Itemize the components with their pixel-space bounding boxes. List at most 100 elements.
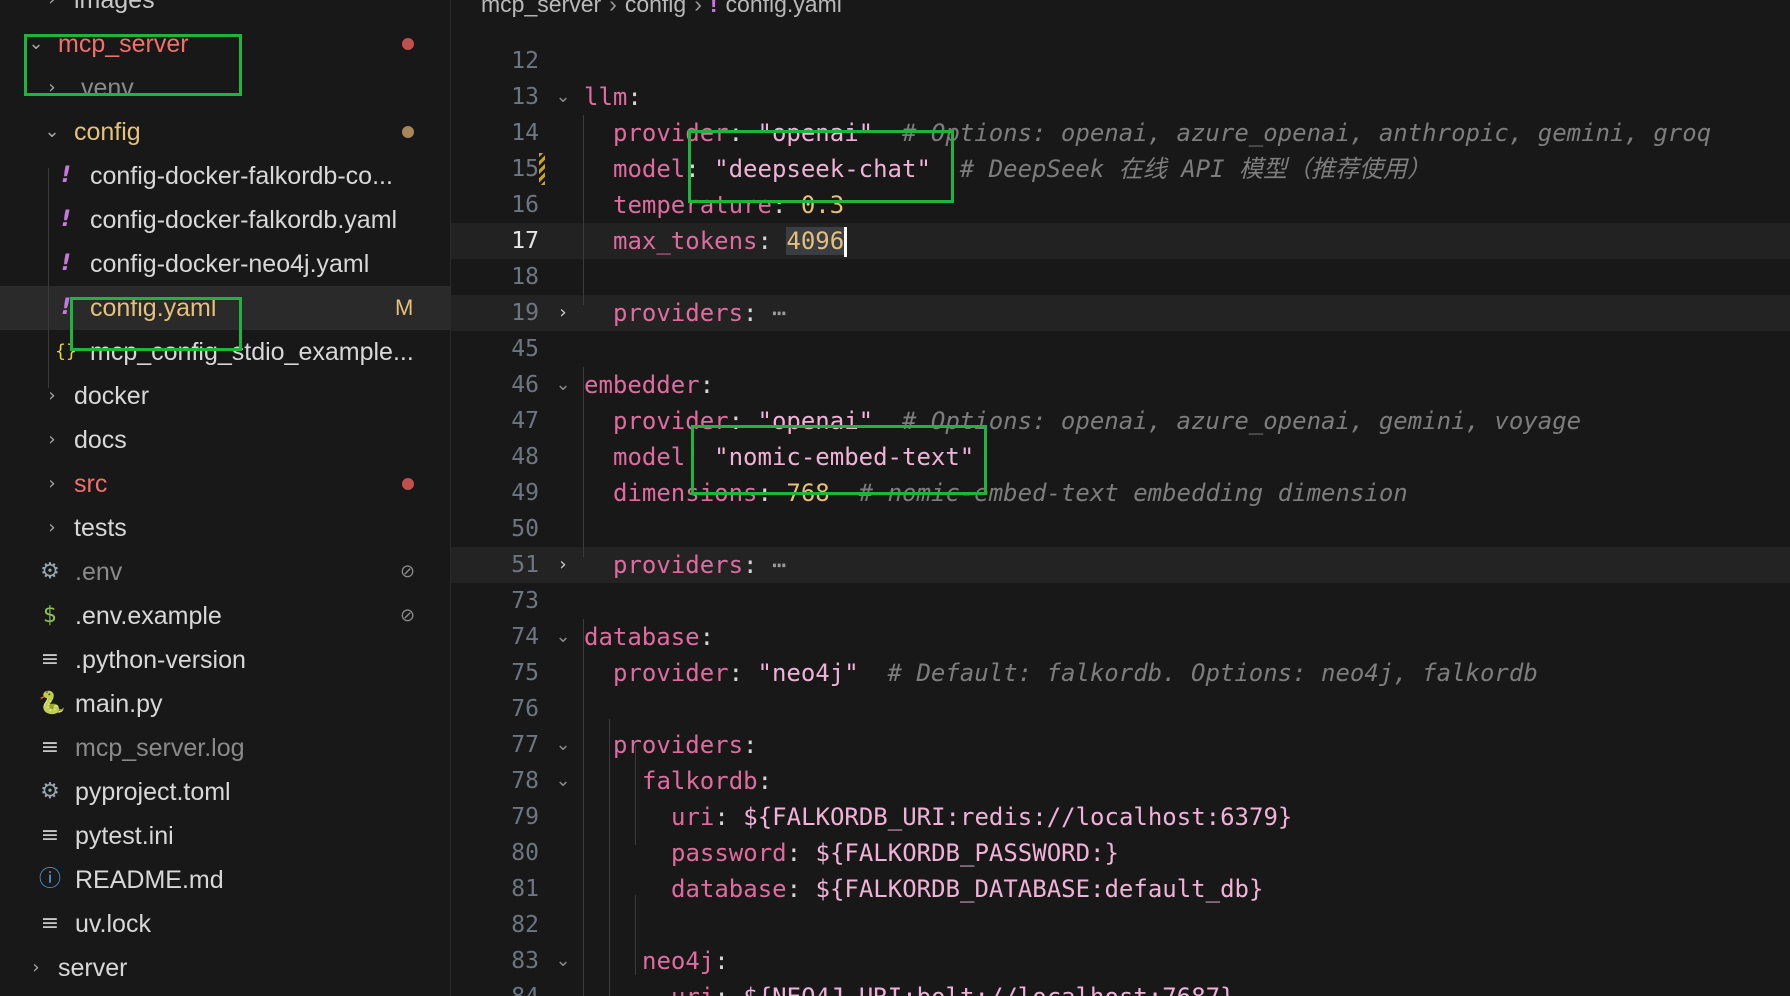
chevron-right-icon[interactable]: › [44,418,60,462]
code-text[interactable]: provider: "openai" # Options: openai, az… [613,115,1711,151]
tree-item-pyproject-toml[interactable]: ⚙ pyproject.toml [0,770,450,814]
tree-item-python-version[interactable]: ≡ .python-version [0,638,450,682]
fold-collapse-icon[interactable]: ⌄ [551,727,575,763]
code-line[interactable]: 78 ⌄ falkordb: [451,763,1790,799]
code-editor[interactable]: mcp_server › config ›! config.yaml 12 13 ⌄ llm:… [451,0,1790,996]
tree-item-mcp-server[interactable]: ⌄ mcp_server [0,22,450,66]
tree-item-label: config-docker-falkordb.yaml [90,206,398,234]
tree-item-mcp-config-stdio-example[interactable]: {} mcp_config_stdio_example... [0,330,450,374]
chevron-right-icon[interactable]: › [28,946,44,990]
code-text[interactable]: database: ${FALKORDB_DATABASE:default_db… [671,871,1263,907]
code-text[interactable]: embedder: [584,367,714,403]
code-line[interactable]: 47 provider: "openai" # Options: openai, … [451,403,1790,439]
code-line[interactable]: 15 model: "deepseek-chat" # DeepSeek 在线 A… [451,151,1790,187]
code-line[interactable]: 77 ⌄ providers: [451,727,1790,763]
code-text[interactable]: uri: ${NEO4J_URI:bolt://localhost:7687} [671,979,1235,996]
fold-expand-icon[interactable]: › [551,547,575,583]
folded-ellipsis[interactable]: ⋯ [758,551,786,579]
tree-item-config-docker-falkordb-yaml[interactable]: ! config-docker-falkordb.yaml [0,198,450,242]
chevron-right-icon[interactable]: › [44,66,60,110]
code-text[interactable]: database: [584,619,714,655]
code-line[interactable]: 18 [451,259,1790,295]
code-line[interactable]: 50 [451,511,1790,547]
code-text[interactable]: provider: "neo4j" # Default: falkordb. O… [613,655,1538,691]
code-line[interactable]: 74 ⌄ database: [451,619,1790,655]
tree-item-server[interactable]: › server [0,946,450,990]
code-text[interactable]: model: "nomic-embed-text" [613,439,974,475]
folded-ellipsis[interactable]: ⋯ [758,299,786,327]
yaml-comment: # Options: openai, azure_openai, gemini,… [873,407,1582,435]
yaml-punctuation: : [728,119,758,147]
tree-item-mcp-server-log[interactable]: ≡ mcp_server.log [0,726,450,770]
tree-item-docker[interactable]: › docker [0,374,450,418]
fold-expand-icon[interactable]: › [551,295,575,331]
tree-item-readme-md[interactable]: ⓘ README.md [0,858,450,902]
code-text[interactable]: falkordb: [642,763,772,799]
fold-collapse-icon[interactable]: ⌄ [551,619,575,655]
code-text[interactable]: dimensions: 768 # nomic-embed-text embed… [613,475,1408,511]
code-text[interactable]: model: "deepseek-chat" # DeepSeek 在线 API… [613,151,1431,187]
code-line[interactable]: 79 uri: ${FALKORDB_URI:redis://localhost:… [451,799,1790,835]
code-line[interactable]: 76 [451,691,1790,727]
fold-collapse-icon[interactable]: ⌄ [551,763,575,799]
breadcrumb-item-config[interactable]: config [625,0,686,17]
code-line[interactable]: 80 password: ${FALKORDB_PASSWORD:} [451,835,1790,871]
code-line[interactable]: 83 ⌄ neo4j: [451,943,1790,979]
tree-item-env[interactable]: ⚙ .env ⊘ [0,550,450,594]
chevron-right-icon[interactable]: › [44,506,60,550]
code-text[interactable]: max_tokens: 4096 [613,223,848,259]
tree-item-env-example[interactable]: $ .env.example ⊘ [0,594,450,638]
fold-collapse-icon[interactable]: ⌄ [551,367,575,403]
chevron-right-icon[interactable]: › [44,462,60,506]
code-text[interactable]: neo4j: [642,943,729,979]
code-text[interactable]: uri: ${FALKORDB_URI:redis://localhost:63… [671,799,1292,835]
tree-item-config-docker-neo4j-yaml[interactable]: ! config-docker-neo4j.yaml [0,242,450,286]
code-line[interactable]: 46 ⌄ embedder: [451,367,1790,403]
chevron-down-icon[interactable]: ⌄ [44,110,60,154]
code-text[interactable]: provider: "openai" # Options: openai, az… [613,403,1581,439]
tree-item-label: docker [74,382,150,410]
code-line[interactable]: 82 [451,907,1790,943]
code-text[interactable]: temperature: 0.3 [613,187,844,223]
chevron-right-icon[interactable]: › [44,374,60,418]
yaml-key: llm [584,83,628,111]
tree-item-main-py[interactable]: 🐍 main.py [0,682,450,726]
code-line[interactable]: 49 dimensions: 768 # nomic-embed-text emb… [451,475,1790,511]
tree-item-config-yaml[interactable]: ! config.yaml M [0,286,450,330]
chevron-right-icon[interactable]: › [44,0,60,22]
code-line[interactable]: 51 › providers: ⋯ [451,547,1790,583]
tree-item-venv[interactable]: › .venv [0,66,450,110]
tree-item-uv-lock[interactable]: ≡ uv.lock [0,902,450,946]
fold-collapse-icon[interactable]: ⌄ [551,943,575,979]
yaml-key: providers [613,299,744,327]
breadcrumb-item-config-yaml[interactable]: config.yaml [726,0,842,17]
code-text[interactable]: providers: ⋯ [613,295,786,331]
code-line[interactable]: 16 temperature: 0.3 [451,187,1790,223]
tree-item-pytest-ini[interactable]: ≡ pytest.ini [0,814,450,858]
code-text[interactable]: llm: [584,79,642,115]
fold-collapse-icon[interactable]: ⌄ [551,79,575,115]
tree-item-config[interactable]: ⌄ config [0,110,450,154]
code-line[interactable]: 75 provider: "neo4j" # Default: falkordb.… [451,655,1790,691]
code-line[interactable]: 17 max_tokens: 4096 [451,223,1790,259]
tree-item-src[interactable]: › src [0,462,450,506]
code-line[interactable]: 19 › providers: ⋯ [451,295,1790,331]
code-text[interactable]: providers: ⋯ [613,547,786,583]
tree-item-images[interactable]: › images [0,0,450,22]
tree-item-config-docker-falkordb-co[interactable]: ! config-docker-falkordb-co... [0,154,450,198]
chevron-down-icon[interactable]: ⌄ [28,22,44,66]
line-number: 50 [511,516,539,542]
code-line[interactable]: 81 database: ${FALKORDB_DATABASE:default_… [451,871,1790,907]
code-line[interactable]: 73 [451,583,1790,619]
breadcrumb-item-mcp-server[interactable]: mcp_server [481,0,601,17]
code-line[interactable]: 12 [451,43,1790,79]
tree-item-docs[interactable]: › docs [0,418,450,462]
code-text[interactable]: password: ${FALKORDB_PASSWORD:} [671,835,1119,871]
code-line[interactable]: 13 ⌄ llm: [451,79,1790,115]
code-line[interactable]: 48 model: "nomic-embed-text" [451,439,1790,475]
tree-item-tests[interactable]: › tests [0,506,450,550]
yaml-punctuation: : [757,479,787,507]
code-line[interactable]: 45 [451,331,1790,367]
code-line[interactable]: 14 provider: "openai" # Options: openai, … [451,115,1790,151]
code-line[interactable]: 84 uri: ${NEO4J_URI:bolt://localhost:7687… [451,979,1790,996]
